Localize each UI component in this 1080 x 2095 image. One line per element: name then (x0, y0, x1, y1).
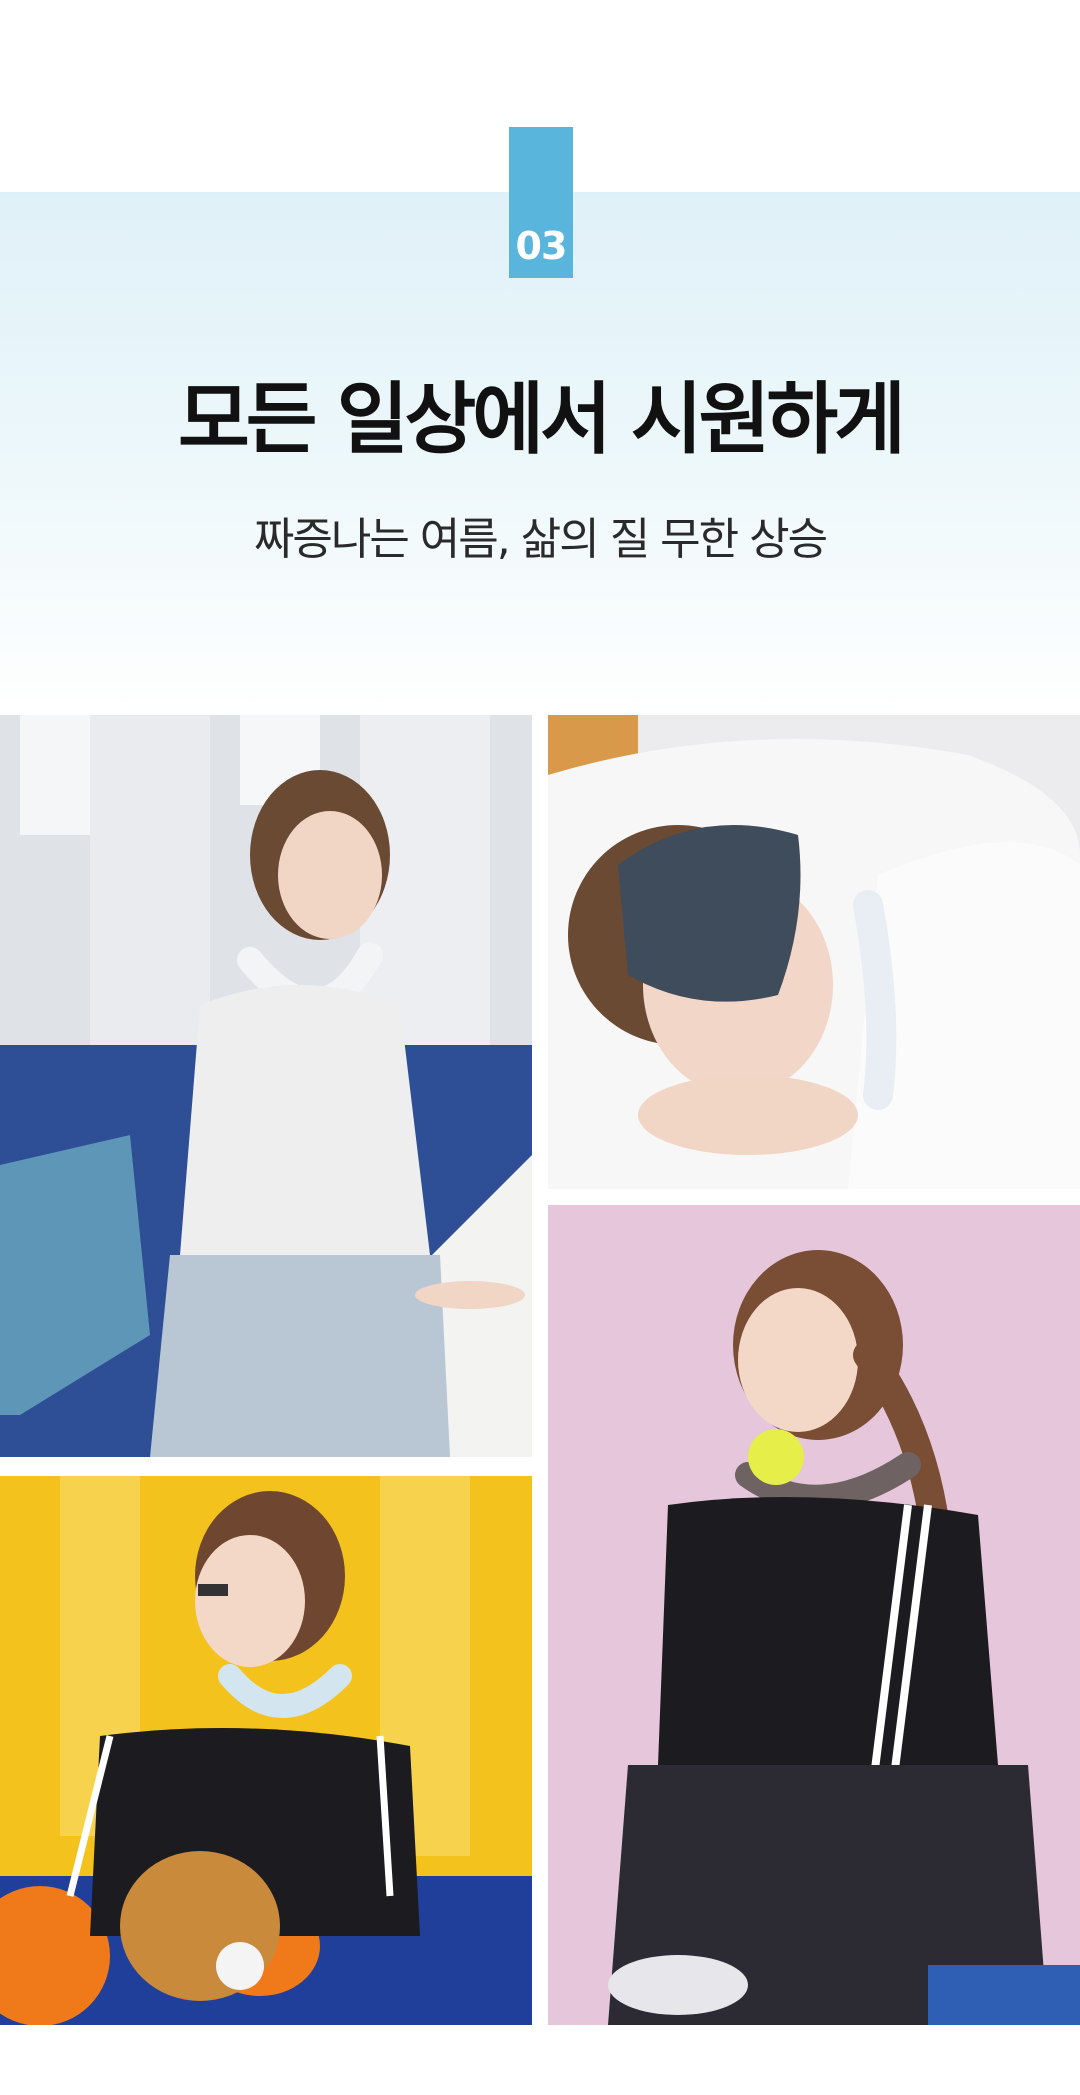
sleep-photo-illustration (548, 715, 1080, 1189)
section-title: 모든 일상에서 시원하게 (178, 375, 906, 465)
section-number-badge: 03 (509, 127, 573, 278)
office-photo-illustration (0, 715, 532, 1457)
photo-sleeping (548, 715, 1080, 1189)
section-subtitle: 짜증나는 여름, 삶의 질 무한 상승 (253, 514, 828, 565)
yellow-photo-illustration (0, 1476, 532, 2025)
pink-photo-illustration (548, 1205, 1080, 2025)
photo-office-desk (0, 715, 532, 1457)
photo-baseball-glove (0, 1476, 532, 2025)
photo-tennis-ball (548, 1205, 1080, 2025)
section-number: 03 (515, 224, 568, 268)
